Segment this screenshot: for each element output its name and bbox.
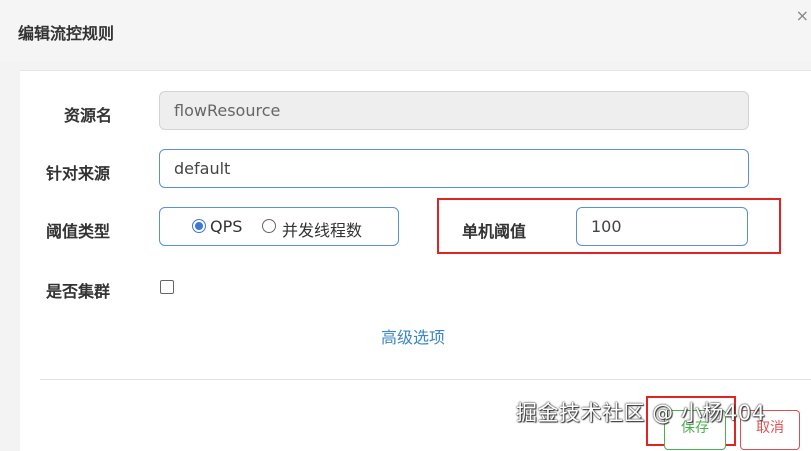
resource-name-input: flowResource	[159, 91, 749, 130]
footer-divider	[40, 379, 811, 380]
grade-label: 阈值类型	[46, 222, 111, 241]
close-icon[interactable]: ×	[796, 6, 809, 25]
thread-radio-label[interactable]: 并发线程数	[282, 217, 362, 241]
cluster-checkbox[interactable]	[160, 280, 174, 294]
limit-app-input[interactable]: default	[159, 149, 749, 188]
count-input[interactable]: 100	[576, 207, 748, 246]
qps-radio-label[interactable]: QPS	[210, 217, 242, 236]
dialog-header: 编辑流控规则 ×	[0, 0, 811, 62]
thread-radio[interactable]	[262, 219, 276, 233]
qps-radio[interactable]	[192, 219, 206, 233]
grade-radio-group: QPS 并发线程数	[159, 207, 399, 246]
advanced-options-link[interactable]: 高级选项	[381, 324, 445, 348]
cluster-label: 是否集群	[46, 282, 111, 301]
dialog-title: 编辑流控规则	[18, 24, 115, 43]
limit-app-label: 针对来源	[46, 164, 111, 183]
count-label: 单机阈值	[462, 222, 527, 241]
resource-name-label: 资源名	[64, 106, 113, 125]
watermark-text: 掘金技术社区 @ 小杨404	[516, 401, 766, 425]
